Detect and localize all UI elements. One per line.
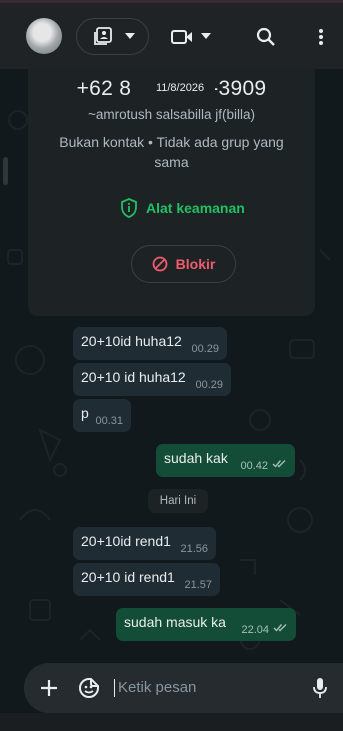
message-bubble-outgoing[interactable]: sudah kak 00.42 (156, 444, 295, 477)
media-gallery-icon[interactable] (92, 25, 114, 47)
message-text: 20+10id huha12 (81, 333, 182, 349)
phone-prefix: +62 8 (76, 77, 132, 100)
message-time: 21.57 (184, 579, 212, 591)
message-bubble-outgoing[interactable]: sudah masuk ka 22.04 (116, 608, 296, 641)
message-text: sudah kak (164, 450, 228, 466)
contact-info-card: +62 8 3-3909 11/8/2026 ~amrotush salsabil… (28, 69, 315, 316)
message-input[interactable]: Ketik pesan (118, 676, 298, 700)
search-icon[interactable] (255, 26, 277, 48)
text-caret (114, 679, 115, 697)
chat-header (0, 3, 343, 69)
message-text: 20+10 id rend1 (81, 569, 175, 585)
block-label: Blokir (175, 256, 216, 272)
contact-avatar[interactable] (26, 18, 62, 54)
message-time: 00.29 (195, 379, 223, 391)
contact-push-name: ~amrotush salsabilla jf(billa) (88, 107, 255, 122)
block-icon (152, 256, 168, 272)
message-text: p (81, 405, 89, 421)
security-tools-label: Alat keamanan (146, 200, 245, 216)
message-bubble-incoming[interactable]: p 00.31 (73, 399, 131, 432)
security-tools-link[interactable]: Alat keamanan (120, 198, 245, 218)
message-bubble-incoming[interactable]: 20+10 id rend1 21.57 (73, 563, 220, 596)
chevron-down-icon[interactable] (200, 30, 212, 42)
scrollbar-thumb[interactable] (3, 157, 8, 185)
read-receipt-icon (272, 455, 287, 471)
read-receipt-icon (273, 619, 288, 635)
message-time: 21.56 (180, 543, 208, 555)
plus-icon[interactable] (38, 677, 60, 699)
message-bubble-incoming[interactable]: 20+10id rend1 21.56 (73, 527, 216, 560)
microphone-icon[interactable] (310, 676, 330, 700)
message-bubble-incoming[interactable]: 20+10id huha12 00.29 (73, 327, 227, 360)
message-time: 00.42 (240, 460, 268, 472)
message-time: 00.29 (191, 343, 219, 355)
bottom-system-bar (0, 713, 343, 731)
contact-status-text: Bukan kontak • Tidak ada grup yang sama (59, 134, 284, 170)
shield-info-icon (121, 198, 137, 218)
date-overlay-chip: 11/8/2026 (145, 80, 215, 97)
video-camera-icon[interactable] (170, 27, 194, 47)
message-text: 20+10id rend1 (81, 533, 171, 549)
message-bubble-incoming[interactable]: 20+10 id huha12 00.29 (73, 363, 231, 396)
message-text: 20+10 id huha12 (81, 369, 186, 385)
block-button[interactable]: Blokir (131, 245, 236, 283)
message-text: sudah masuk ka (124, 614, 226, 630)
day-separator: Hari Ini (148, 489, 208, 513)
chevron-down-icon[interactable] (124, 30, 136, 42)
message-time: 00.31 (95, 415, 123, 427)
sticker-icon[interactable] (77, 676, 101, 700)
more-vert-icon[interactable] (314, 27, 328, 47)
message-time: 22.04 (241, 624, 269, 636)
